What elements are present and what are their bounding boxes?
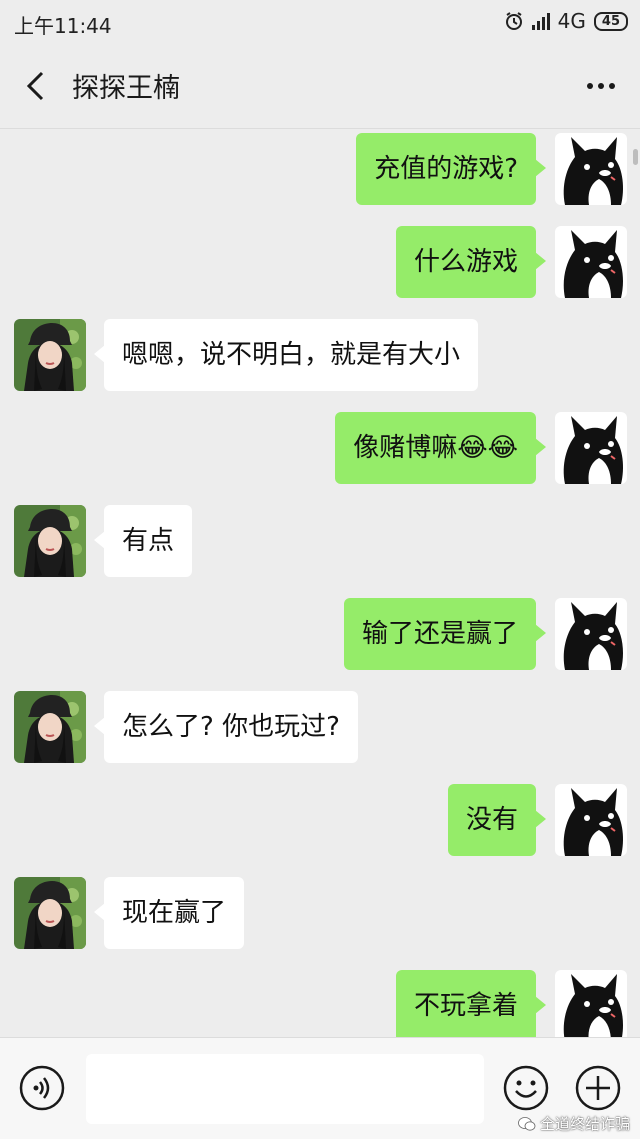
message-bubble-incoming[interactable]: 嗯嗯，说不明白，就是有大小 <box>93 319 479 391</box>
message-bubble-incoming[interactable]: 现在赢了 <box>93 877 245 949</box>
watermark: 全道终结诈骗 <box>518 1113 630 1134</box>
message-bubble-outgoing[interactable]: 什么游戏 <box>395 226 547 298</box>
message-bubble-outgoing[interactable]: 像赌博嘛😂😂 <box>335 412 546 484</box>
status-time: 上午11:44 <box>14 14 112 38</box>
my-avatar[interactable] <box>555 970 627 1037</box>
status-icons: 4G 45 <box>504 9 628 33</box>
more-options-icon[interactable] <box>584 70 618 102</box>
my-avatar[interactable] <box>555 412 627 484</box>
back-arrow-icon[interactable] <box>22 70 52 102</box>
message-list[interactable]: 充值的游戏? 什么游戏 嗯嗯，说不明白，就是有大小 像赌博嘛😂😂 有点 输了还是… <box>0 129 640 1037</box>
contact-avatar[interactable] <box>14 877 86 949</box>
alarm-icon <box>505 12 522 30</box>
signal-icon <box>531 12 550 30</box>
message-bubble-outgoing[interactable]: 充值的游戏? <box>356 133 546 205</box>
contact-avatar[interactable] <box>14 691 86 763</box>
network-type: 4G <box>557 9 586 33</box>
contact-avatar[interactable] <box>14 505 86 577</box>
wechat-logo-icon <box>518 1116 536 1131</box>
contact-avatar[interactable] <box>14 319 86 391</box>
my-avatar[interactable] <box>555 598 627 670</box>
status-bar: 上午11:44 4G 45 <box>0 0 640 44</box>
message-bubble-outgoing[interactable]: 没有 <box>447 784 547 856</box>
scrollbar[interactable] <box>633 149 638 165</box>
battery-icon: 45 <box>593 11 628 31</box>
chat-title: 探探王楠 <box>72 73 180 104</box>
message-bubble-incoming[interactable]: 怎么了? 你也玩过? <box>94 691 358 763</box>
watermark-text: 全道终结诈骗 <box>539 1115 630 1133</box>
message-bubble-incoming[interactable]: 有点 <box>93 505 193 577</box>
my-avatar[interactable] <box>555 226 627 298</box>
plus-icon[interactable] <box>574 1064 622 1112</box>
message-bubble-outgoing[interactable]: 不玩拿着 <box>395 970 547 1037</box>
my-avatar[interactable] <box>555 784 627 856</box>
message-input[interactable] <box>86 1054 484 1124</box>
my-avatar[interactable] <box>555 133 627 205</box>
voice-input-icon[interactable] <box>18 1064 66 1112</box>
message-bubble-outgoing[interactable]: 输了还是赢了 <box>343 598 547 670</box>
emoji-icon[interactable] <box>502 1064 550 1112</box>
chat-header: 探探王楠 <box>0 44 640 129</box>
